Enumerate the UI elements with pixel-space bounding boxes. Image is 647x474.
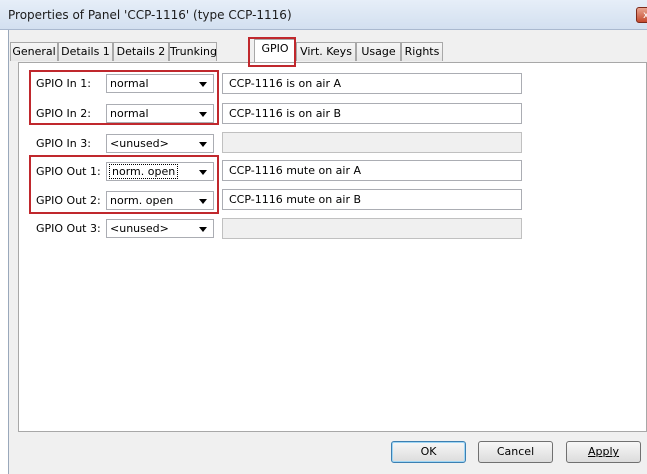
gpio-out-2-mode-select[interactable]: norm. open <box>106 191 214 210</box>
gpio-out-2-text-field[interactable]: CCP-1116 mute on air B <box>222 189 522 210</box>
gpio-out-1-text-field[interactable]: CCP-1116 mute on air A <box>222 160 522 181</box>
gpio-in-1-label: GPIO In 1: <box>36 77 91 90</box>
gpio-in-1-text-field[interactable]: CCP-1116 is on air A <box>222 73 522 94</box>
window-title: Properties of Panel 'CCP-1116' (type CCP… <box>8 8 292 22</box>
tab-virt-keys[interactable]: Virt. Keys <box>296 42 356 61</box>
gpio-out-1-mode-select[interactable]: norm. open <box>106 162 214 181</box>
gpio-in-2-mode-select[interactable]: normal <box>106 104 214 123</box>
gpio-out-3-text-field[interactable] <box>222 218 522 239</box>
tab-details-2[interactable]: Details 2 <box>113 42 169 61</box>
tab-usage[interactable]: Usage <box>356 42 401 61</box>
gpio-in-1-mode-select[interactable]: normal <box>106 74 214 93</box>
gpio-in-3-text-field[interactable] <box>222 132 522 153</box>
tab-gpio[interactable]: GPIO <box>254 39 296 62</box>
title-bar: Properties of Panel 'CCP-1116' (type CCP… <box>0 0 647 30</box>
chevron-down-icon <box>199 82 207 87</box>
tab-trunking[interactable]: Trunking <box>169 42 217 61</box>
gpio-out-1-label: GPIO Out 1: <box>36 165 101 178</box>
tab-rights[interactable]: Rights <box>401 42 443 61</box>
cancel-button[interactable]: Cancel <box>478 441 553 463</box>
close-icon: x <box>643 10 647 21</box>
chevron-down-icon <box>199 112 207 117</box>
chevron-down-icon <box>199 199 207 204</box>
gpio-out-3-mode-select[interactable]: <unused> <box>106 219 214 238</box>
tab-general[interactable]: General <box>10 42 58 61</box>
chevron-down-icon <box>199 142 207 147</box>
apply-button-label: Apply <box>587 445 620 458</box>
gpio-in-3-mode-select[interactable]: <unused> <box>106 134 214 153</box>
chevron-down-icon <box>199 170 207 175</box>
ok-button[interactable]: OK <box>391 441 466 463</box>
close-button[interactable]: x <box>636 7 647 23</box>
tab-details-1[interactable]: Details 1 <box>58 42 113 61</box>
gpio-in-2-text-field[interactable]: CCP-1116 is on air B <box>222 103 522 124</box>
apply-button[interactable]: Apply <box>566 441 641 463</box>
chevron-down-icon <box>199 227 207 232</box>
gpio-in-2-label: GPIO In 2: <box>36 107 91 120</box>
gpio-out-2-label: GPIO Out 2: <box>36 194 101 207</box>
gpio-out-3-label: GPIO Out 3: <box>36 222 101 235</box>
gpio-in-3-label: GPIO In 3: <box>36 137 91 150</box>
